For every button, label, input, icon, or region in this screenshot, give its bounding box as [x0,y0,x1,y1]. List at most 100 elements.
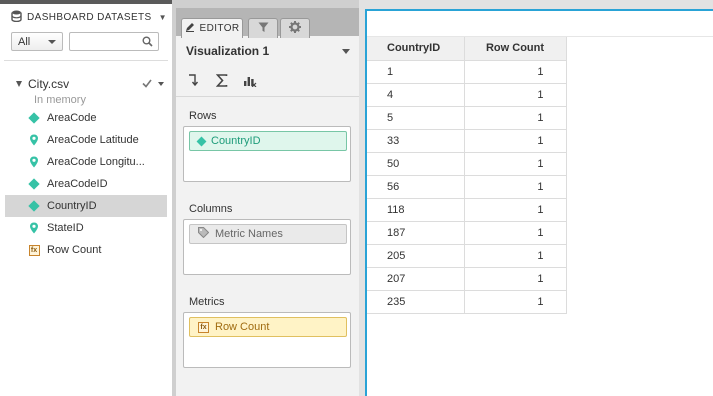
gear-icon [289,21,301,36]
geo-pin-icon [28,156,40,168]
cell-countryid: 207 [367,266,465,291]
table-row[interactable]: 11 [367,59,567,84]
table-header-row: CountryID Row Count [367,37,567,61]
dataset-search-input[interactable] [70,33,140,50]
rows-item-countryid[interactable]: CountryID [189,131,347,151]
visualization-title-bar [367,11,713,37]
column-header-countryid[interactable]: CountryID [367,37,465,61]
editor-panel: EDITOR Visualization 1 Rows CountryID Co… [176,0,359,396]
field-label: AreaCode [47,112,97,124]
field-item-areacode-longitude[interactable]: AreaCode Longitu... [5,151,167,173]
cell-row-count: 1 [463,197,567,222]
field-item-stateid[interactable]: StateID [5,217,167,239]
dropdown-caret-icon [48,39,56,44]
metrics-item-label: Row Count [215,321,270,333]
table-row[interactable]: 33 1 [367,128,567,153]
cell-row-count: 1 [463,82,567,107]
geo-pin-icon [28,222,40,234]
tag-icon [198,227,210,241]
cell-row-count: 1 [463,289,567,314]
field-label: AreaCode Longitu... [47,156,145,168]
chevron-down-icon[interactable] [342,49,350,54]
metric-fx-icon: fx [28,244,40,256]
attribute-diamond-icon [28,178,40,190]
table-row[interactable]: 51 [367,105,567,130]
panel-top-border [0,0,172,4]
chevron-down-icon[interactable] [158,82,164,86]
table-row[interactable]: 235 1 [367,289,567,314]
cell-countryid: 205 [367,243,465,268]
chevron-down-icon[interactable]: ▼ [159,13,167,22]
column-header-row-count[interactable]: Row Count [463,37,567,61]
datasets-header-label: DASHBOARD DATASETS [27,12,152,23]
field-item-areacode-latitude[interactable]: AreaCode Latitude [5,129,167,151]
table-row[interactable]: 207 1 [367,266,567,291]
dataset-status: In memory [34,94,86,106]
table-row[interactable]: 41 [367,82,567,107]
panel-top-border [176,0,359,8]
rows-dropzone[interactable]: CountryID [183,126,351,182]
visualization-title[interactable]: Visualization 1 [186,44,269,58]
pencil-icon [185,22,195,35]
metrics-dropzone[interactable]: fx Row Count [183,312,351,368]
field-item-row-count[interactable]: fx Row Count [5,239,167,261]
cell-countryid: 33 [367,128,465,153]
table-row[interactable]: 56 1 [367,174,567,199]
field-label: Row Count [47,244,102,256]
attribute-diamond-icon [28,112,40,124]
columns-item-metric-names[interactable]: Metric Names [189,224,347,244]
chart-options-icon[interactable] [242,72,258,88]
geo-pin-icon [28,134,40,146]
field-label: StateID [47,222,84,234]
table-row[interactable]: 50 1 [367,151,567,176]
columns-dropzone[interactable]: Metric Names [183,219,351,275]
columns-item-label: Metric Names [215,228,283,240]
table-row[interactable]: 205 1 [367,243,567,268]
collapse-triangle-icon[interactable] [16,81,22,87]
divider [4,60,168,61]
visualization-area: CountryID Row Count 11 41 51 33 1 50 1 56 1… [359,0,713,396]
metrics-item-row-count[interactable]: fx Row Count [189,317,347,337]
cell-countryid: 235 [367,289,465,314]
cell-countryid: 118 [367,197,465,222]
attribute-diamond-icon [196,136,207,146]
datasets-header[interactable]: DASHBOARD DATASETS ▼ [11,10,167,25]
table-row[interactable]: 118 1 [367,197,567,222]
dataset-file-name: City.csv [28,77,70,91]
sigma-icon[interactable] [214,72,230,88]
datasets-panel: DASHBOARD DATASETS ▼ All City.csv In mem… [0,0,172,396]
tab-filter[interactable] [248,18,278,38]
editor-toolbar [186,72,258,88]
dataset-filter-select[interactable]: All [11,32,63,51]
metric-fx-icon: fx [198,321,209,333]
cell-countryid: 4 [367,82,465,107]
swap-axes-icon[interactable] [186,72,202,88]
tab-editor[interactable]: EDITOR [181,18,243,38]
field-list: AreaCode AreaCode Latitude AreaCode Long… [5,107,167,261]
metrics-label: Metrics [189,296,225,308]
visualization-container[interactable]: CountryID Row Count 11 41 51 33 1 50 1 56 1… [365,9,713,396]
divider [176,96,359,97]
field-label: AreaCodeID [47,178,108,190]
cell-row-count: 1 [463,128,567,153]
search-icon[interactable] [142,36,153,50]
field-item-countryid[interactable]: CountryID [5,195,167,217]
cell-row-count: 1 [463,174,567,199]
cell-row-count: 1 [463,105,567,130]
dataset-filter-value: All [18,35,31,48]
cell-row-count: 1 [463,243,567,268]
cell-row-count: 1 [463,266,567,291]
tab-properties[interactable] [280,18,310,38]
rows-label: Rows [189,110,217,122]
table-row[interactable]: 187 1 [367,220,567,245]
field-item-areacode[interactable]: AreaCode [5,107,167,129]
dataset-file-row[interactable]: City.csv [16,77,164,91]
dataset-search-box[interactable] [69,32,159,51]
field-label: CountryID [47,200,97,212]
cell-countryid: 187 [367,220,465,245]
field-item-areacodeid[interactable]: AreaCodeID [5,173,167,195]
checkmark-icon [142,77,152,91]
field-label: AreaCode Latitude [47,134,139,146]
cell-countryid: 1 [367,59,465,84]
grid-table: CountryID Row Count 11 41 51 33 1 50 1 56 1… [367,37,567,314]
